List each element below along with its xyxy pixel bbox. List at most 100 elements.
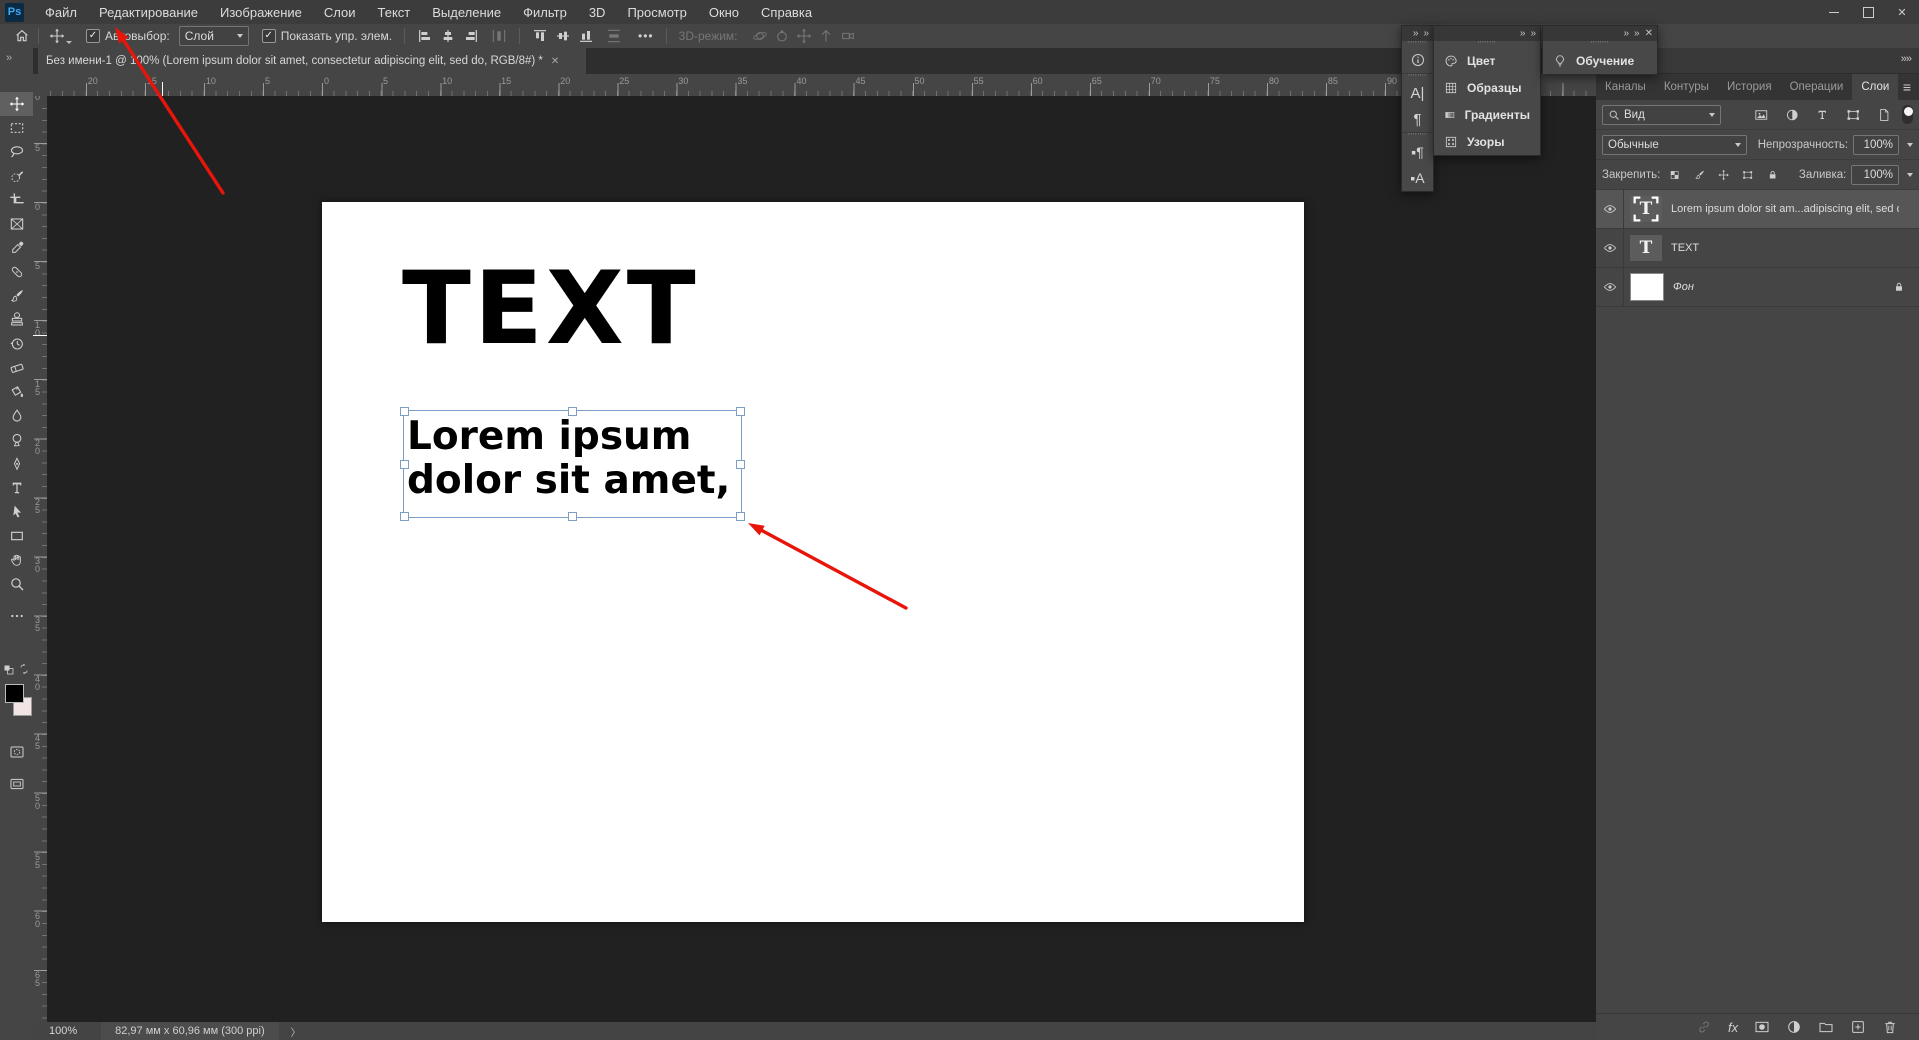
tool-lasso[interactable] bbox=[0, 140, 33, 164]
collapse-icons-icon[interactable]: » bbox=[1413, 28, 1418, 39]
minimize-button[interactable] bbox=[1817, 0, 1851, 24]
handle-top-center[interactable] bbox=[568, 407, 577, 416]
tool-quick-selection[interactable] bbox=[0, 164, 33, 188]
lock-artboard-icon[interactable] bbox=[1742, 168, 1753, 182]
tool-type[interactable] bbox=[0, 476, 33, 500]
lock-transparency-icon[interactable] bbox=[1669, 168, 1680, 182]
tab-paths[interactable]: Контуры bbox=[1655, 74, 1718, 100]
layer-name[interactable]: Lorem ipsum dolor sit am...adipiscing el… bbox=[1671, 203, 1899, 215]
status-chevron-icon[interactable]: 〉 bbox=[291, 1024, 301, 1039]
close-button[interactable]: ✕ bbox=[1885, 0, 1919, 24]
handle-top-left[interactable] bbox=[400, 407, 409, 416]
align-top-edges-icon[interactable] bbox=[532, 28, 548, 44]
align-vertical-centers-icon[interactable] bbox=[555, 28, 571, 44]
panel-item-gradients[interactable]: Градиенты bbox=[1434, 101, 1540, 128]
layer-row-lorem[interactable]: T Lorem ipsum dolor sit am...adipiscing … bbox=[1596, 190, 1919, 229]
menu-item-window[interactable]: Окно bbox=[698, 0, 750, 24]
layer-row-background[interactable]: Фон bbox=[1596, 268, 1919, 307]
text-layer-bounding-box[interactable]: Lorem ipsum dolor sit amet, bbox=[403, 410, 742, 518]
tool-move[interactable] bbox=[0, 92, 33, 116]
tool-frame[interactable] bbox=[0, 212, 33, 236]
layer-visibility-icon[interactable] bbox=[1603, 241, 1617, 255]
menu-item-help[interactable]: Справка bbox=[750, 0, 823, 24]
autoselect-target-select[interactable]: Слой bbox=[179, 26, 249, 46]
panel-item-swatches[interactable]: Образцы bbox=[1434, 74, 1540, 101]
layer-filter-select[interactable]: Вид bbox=[1602, 105, 1721, 125]
close-tab-icon[interactable]: ✕ bbox=[551, 56, 559, 67]
lorem-text-object[interactable]: Lorem ipsum dolor sit amet, bbox=[407, 415, 730, 503]
panel-item-learn[interactable]: Обучение bbox=[1543, 47, 1657, 74]
menu-item-select[interactable]: Выделение bbox=[421, 0, 512, 24]
tool-eyedropper[interactable] bbox=[0, 236, 33, 260]
lock-all-icon[interactable] bbox=[1767, 168, 1778, 182]
panel-menu-icon[interactable]: ≡ bbox=[1903, 79, 1911, 95]
delete-layer-icon[interactable] bbox=[1882, 1019, 1898, 1035]
tool-clone-stamp[interactable] bbox=[0, 308, 33, 332]
heading-text-object[interactable]: TEXT bbox=[402, 258, 699, 359]
tool-path-selection[interactable] bbox=[0, 500, 33, 524]
close-learn-icon[interactable]: ✕ bbox=[1645, 28, 1652, 39]
tab-layers[interactable]: Слои bbox=[1852, 74, 1898, 100]
layer-thumbnail[interactable]: T bbox=[1630, 196, 1662, 222]
handle-bottom-center[interactable] bbox=[568, 512, 577, 521]
screen-mode-button[interactable] bbox=[0, 772, 33, 796]
handle-bottom-right[interactable] bbox=[736, 512, 745, 521]
show-controls-checkbox[interactable]: ✓ bbox=[262, 29, 276, 43]
tool-rectangular-marquee[interactable] bbox=[0, 116, 33, 140]
quick-mask-button[interactable] bbox=[0, 740, 33, 764]
tab-actions[interactable]: Операции bbox=[1781, 74, 1853, 100]
tool-eraser[interactable] bbox=[0, 356, 33, 380]
tool-preset-chevron-icon[interactable] bbox=[66, 41, 72, 44]
lock-position-icon[interactable] bbox=[1718, 168, 1729, 182]
document-size-field[interactable]: 82,97 мм x 60,96 мм (300 ppi) bbox=[101, 1022, 279, 1040]
panel-item-patterns[interactable]: Узоры bbox=[1434, 128, 1540, 155]
more-options-button[interactable]: ••• bbox=[638, 29, 654, 43]
align-right-edges-icon[interactable] bbox=[463, 28, 479, 44]
handle-middle-left[interactable] bbox=[400, 460, 409, 469]
chevron-down-icon[interactable] bbox=[1907, 143, 1913, 147]
tool-history-brush[interactable] bbox=[0, 332, 33, 356]
align-bottom-edges-icon[interactable] bbox=[578, 28, 594, 44]
tool-rectangle[interactable] bbox=[0, 524, 33, 548]
zoom-level-field[interactable]: 100% bbox=[49, 1025, 77, 1037]
character-panel-icon[interactable]: A| bbox=[1402, 80, 1433, 106]
new-group-icon[interactable] bbox=[1818, 1019, 1834, 1035]
expand-toolbar-icon[interactable]: » bbox=[6, 52, 11, 64]
new-layer-icon[interactable] bbox=[1850, 1019, 1866, 1035]
panel-item-color[interactable]: Цвет bbox=[1434, 47, 1540, 74]
autoselect-checkbox[interactable]: ✓ bbox=[86, 29, 100, 43]
collapse-learn-icon[interactable]: » bbox=[1623, 28, 1628, 39]
paragraph-styles-panel-icon[interactable]: ▪¶ bbox=[1402, 139, 1433, 165]
handle-middle-right[interactable] bbox=[736, 460, 745, 469]
filter-type-layers-icon[interactable] bbox=[1815, 107, 1830, 123]
document-canvas[interactable]: TEXT Lorem ipsum dolor sit amet, bbox=[322, 202, 1304, 922]
document-tab[interactable]: Без имени-1 @ 100% (Lorem ipsum dolor si… bbox=[38, 48, 586, 74]
edit-toolbar-button[interactable] bbox=[0, 604, 33, 628]
chevron-down-icon[interactable] bbox=[1907, 173, 1913, 177]
blend-mode-select[interactable]: Обычные bbox=[1602, 135, 1747, 155]
tool-blur[interactable] bbox=[0, 404, 33, 428]
tool-crop[interactable] bbox=[0, 188, 33, 212]
fill-input[interactable]: 100% bbox=[1851, 165, 1899, 185]
menu-item-view[interactable]: Просмотр bbox=[616, 0, 697, 24]
menu-item-type[interactable]: Текст bbox=[367, 0, 422, 24]
handle-top-right[interactable] bbox=[736, 407, 745, 416]
lock-pixels-icon[interactable] bbox=[1694, 168, 1705, 182]
layer-thumbnail[interactable] bbox=[1630, 273, 1664, 301]
layer-name[interactable]: TEXT bbox=[1671, 242, 1699, 254]
foreground-color-swatch[interactable] bbox=[5, 684, 24, 703]
info-panel-icon[interactable] bbox=[1402, 47, 1433, 73]
tool-spot-healing-brush[interactable] bbox=[0, 260, 33, 284]
menu-item-image[interactable]: Изображение bbox=[209, 0, 313, 24]
tool-hand[interactable] bbox=[0, 548, 33, 572]
tool-dodge[interactable] bbox=[0, 428, 33, 452]
layer-visibility-icon[interactable] bbox=[1603, 280, 1617, 294]
character-styles-panel-icon[interactable]: ▪A bbox=[1402, 165, 1433, 191]
layer-visibility-icon[interactable] bbox=[1603, 202, 1617, 216]
collapse-color-flyout-icon[interactable]: » bbox=[1520, 28, 1525, 39]
opacity-input[interactable]: 100% bbox=[1853, 135, 1899, 155]
layer-name[interactable]: Фон bbox=[1673, 281, 1694, 293]
filter-shape-layers-icon[interactable] bbox=[1846, 107, 1861, 123]
tab-history[interactable]: История bbox=[1718, 74, 1781, 100]
filtering-toggle[interactable] bbox=[1902, 105, 1913, 124]
